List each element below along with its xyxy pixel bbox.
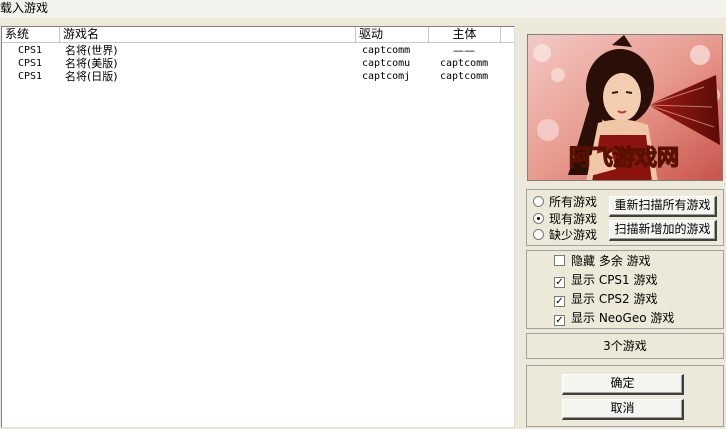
cell-parent: captcomm	[440, 71, 489, 82]
radio-label: 缺少游戏	[549, 228, 598, 242]
game-count-status: 3个游戏	[526, 333, 724, 359]
options-group: 隐藏 多余 游戏 ✓ 显示 CPS1 游戏 ✓ 显示 CPS2 游戏 ✓ 显示 Neo…	[526, 250, 724, 329]
cell-name: 名将(世界)	[65, 44, 118, 57]
table-row[interactable]: CPS1 名将(日版) captcomj captcomm	[2, 70, 514, 83]
title-bar: 载入游戏	[0, 0, 726, 18]
checkbox-checked[interactable]: ✓	[554, 296, 565, 307]
checkbox-label: 隐藏 多余 游戏	[571, 254, 651, 268]
actions-group: 确定 取消	[526, 365, 724, 427]
checkbox-hide-extra-games[interactable]: 隐藏 多余 游戏	[554, 253, 651, 269]
checkbox-checked[interactable]: ✓	[554, 277, 565, 288]
game-list[interactable]: 系统 游戏名 驱动 主体 CPS1 名将(世界) captcomm —— CPS…	[1, 26, 515, 428]
radio-all-games[interactable]: 所有游戏	[533, 194, 597, 210]
preview-banner-text: 阿飞游戏网	[569, 145, 679, 171]
radio-button-selected[interactable]	[533, 213, 544, 224]
radio-missing-games[interactable]: 缺少游戏	[533, 227, 597, 243]
checkbox-show-neogeo[interactable]: ✓ 显示 NeoGeo 游戏	[554, 310, 674, 326]
cell-driver: captcomm	[362, 45, 411, 56]
scan-new-button[interactable]: 扫描新增加的游戏	[609, 220, 717, 241]
cell-driver: captcomj	[362, 71, 411, 82]
game-preview-image: 阿飞游戏网	[527, 34, 723, 181]
cell-parent: captcomm	[440, 58, 489, 69]
cell-system: CPS1	[18, 58, 43, 69]
cell-system: CPS1	[18, 45, 43, 56]
cell-parent: ——	[453, 44, 475, 57]
checkbox-label: 显示 CPS1 游戏	[571, 273, 658, 287]
table-row[interactable]: CPS1 名将(世界) captcomm ——	[2, 44, 514, 57]
radio-button[interactable]	[533, 229, 544, 240]
radio-available-games[interactable]: 现有游戏	[533, 211, 597, 227]
list-header: 系统 游戏名 驱动 主体	[2, 27, 514, 43]
checkbox[interactable]	[554, 255, 565, 266]
rescan-all-button[interactable]: 重新扫描所有游戏	[609, 196, 717, 217]
column-header-system[interactable]: 系统	[2, 27, 60, 43]
column-header-name[interactable]: 游戏名	[60, 27, 356, 43]
radio-button[interactable]	[533, 196, 544, 207]
cell-name: 名将(美版)	[65, 57, 118, 70]
cell-driver: captcomu	[362, 58, 411, 69]
cell-name: 名将(日版)	[65, 70, 118, 83]
column-header-driver[interactable]: 驱动	[356, 27, 429, 43]
preview-artwork: 阿飞游戏网	[528, 35, 722, 180]
checkbox-label: 显示 CPS2 游戏	[571, 292, 658, 306]
column-header-parent[interactable]: 主体	[429, 27, 501, 43]
table-row[interactable]: CPS1 名将(美版) captcomu captcomm	[2, 57, 514, 70]
checkbox-checked[interactable]: ✓	[554, 315, 565, 326]
ok-button[interactable]: 确定	[562, 374, 684, 395]
radio-label: 现有游戏	[549, 212, 598, 226]
checkbox-show-cps1[interactable]: ✓ 显示 CPS1 游戏	[554, 272, 658, 288]
filter-group: 所有游戏 现有游戏 缺少游戏 重新扫描所有游戏 扫描新增加的游戏	[526, 189, 724, 246]
window-title: 载入游戏	[0, 1, 49, 15]
checkbox-show-cps2[interactable]: ✓ 显示 CPS2 游戏	[554, 291, 658, 307]
list-rows: CPS1 名将(世界) captcomm —— CPS1 名将(美版) capt…	[2, 44, 514, 83]
cancel-button[interactable]: 取消	[562, 399, 684, 420]
checkbox-label: 显示 NeoGeo 游戏	[571, 311, 675, 325]
cell-system: CPS1	[18, 71, 43, 82]
radio-label: 所有游戏	[549, 195, 598, 209]
